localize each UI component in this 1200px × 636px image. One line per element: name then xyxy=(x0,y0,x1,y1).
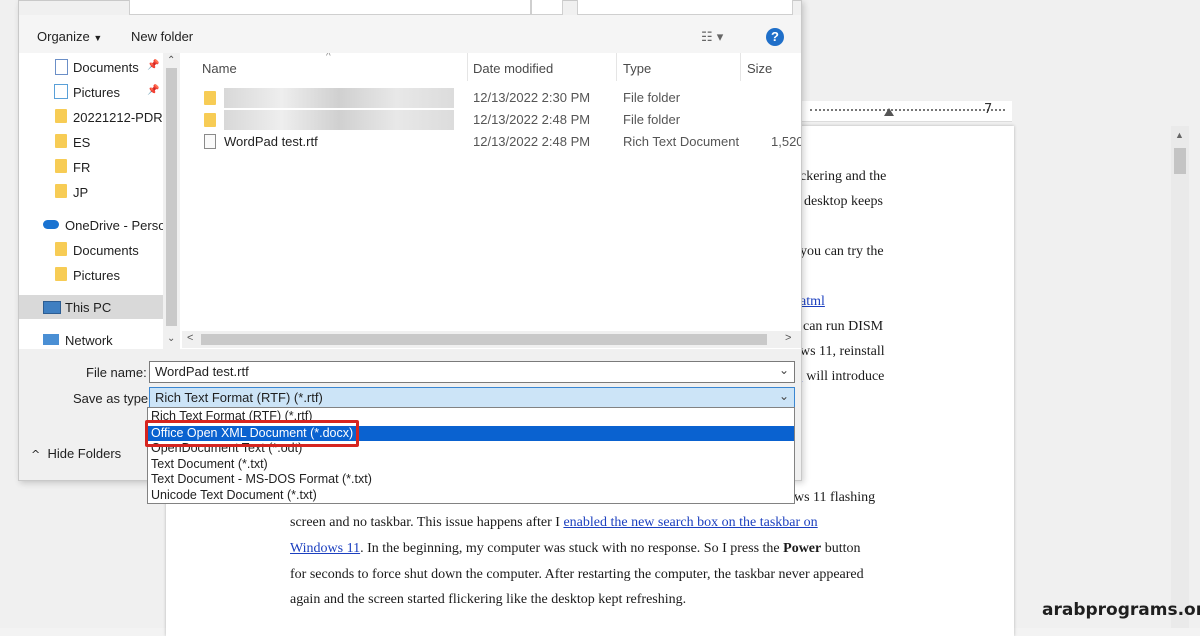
address-field[interactable] xyxy=(129,0,531,15)
document-scrollbar[interactable]: ▲ xyxy=(1171,126,1189,628)
chevron-down-icon[interactable]: ⌄ xyxy=(779,363,789,377)
new-folder-button[interactable]: New folder xyxy=(131,29,193,44)
chevron-up-icon: ^ xyxy=(31,448,41,461)
nav-scroll-thumb[interactable] xyxy=(166,68,177,326)
view-options-icon[interactable]: ☷ ▾ xyxy=(701,30,723,45)
indent-marker-icon[interactable] xyxy=(884,108,894,116)
dialog-toolbar: Organize ▼ New folder ☷ ▾ ? xyxy=(19,15,801,53)
scroll-up-icon[interactable]: ⌃ xyxy=(167,55,175,66)
file-name-input[interactable]: WordPad test.rtf ⌄ xyxy=(149,361,795,383)
blurred-name xyxy=(224,88,454,108)
scroll-left-icon[interactable]: < xyxy=(187,332,193,344)
table-row[interactable]: 12/13/2022 2:48 PM File folder xyxy=(182,109,801,131)
doc-line: for seconds to force shut down the compu… xyxy=(290,567,864,582)
folder-icon xyxy=(204,91,216,105)
picture-icon xyxy=(54,84,68,99)
doc-fragment: ewill introduce xyxy=(796,369,885,384)
column-header-type[interactable]: Type xyxy=(623,61,651,76)
document-icon xyxy=(55,59,68,75)
doc-fragment: you can try the xyxy=(800,244,884,259)
save-type-select[interactable]: Rich Text Format (RTF) (*.rtf) ⌄ xyxy=(149,387,795,409)
refresh-button[interactable] xyxy=(531,0,563,15)
option-txt-msdos[interactable]: Text Document - MS-DOS Format (*.txt) xyxy=(148,472,794,487)
file-list: ^ Name Date modified Type Size 12/13/202… xyxy=(182,53,801,349)
nav-item-onedrive-pictures[interactable]: Pictures xyxy=(19,263,163,287)
hscroll-thumb[interactable] xyxy=(201,334,767,345)
doc-fragment: can run DISM xyxy=(803,319,884,334)
rtf-file-icon xyxy=(204,134,216,149)
folder-icon xyxy=(55,267,67,281)
nav-scrollbar[interactable]: ⌃ ⌄ xyxy=(163,53,180,349)
doc-fragment: ckering and the xyxy=(800,169,887,184)
save-type-label: Save as type: xyxy=(73,391,152,406)
hide-folders-button[interactable]: ^ Hide Folders xyxy=(31,446,121,461)
doc-link-fragment[interactable]: atml xyxy=(800,294,825,310)
scroll-thumb[interactable] xyxy=(1174,148,1186,174)
option-txt[interactable]: Text Document (*.txt) xyxy=(148,457,794,472)
doc-link[interactable]: Windows 11 xyxy=(290,541,360,556)
highlight-annotation-box xyxy=(145,420,359,447)
nav-item-es[interactable]: ES xyxy=(19,130,163,154)
chevron-down-icon[interactable]: ⌄ xyxy=(779,389,789,403)
pin-icon: 📌 xyxy=(147,85,160,96)
file-name-label: File name: xyxy=(86,365,147,380)
column-header-size[interactable]: Size xyxy=(747,61,772,76)
doc-line: again and the screen started flickering … xyxy=(290,592,687,607)
nav-item-onedrive-documents[interactable]: Documents xyxy=(19,238,163,262)
column-header-date[interactable]: Date modified xyxy=(473,61,553,76)
scroll-up-icon[interactable]: ▲ xyxy=(1175,130,1184,140)
pin-icon: 📌 xyxy=(147,60,160,71)
ruler-mark: 7 xyxy=(984,102,993,117)
folder-icon xyxy=(55,159,67,173)
organize-button[interactable]: Organize ▼ xyxy=(37,29,102,44)
watermark-text: arabprograms.org xyxy=(1042,600,1200,620)
nav-item-fr[interactable]: FR xyxy=(19,155,163,179)
pc-icon xyxy=(43,301,61,314)
option-txt-unicode[interactable]: Unicode Text Document (*.txt) xyxy=(148,488,794,503)
nav-item-onedrive[interactable]: OneDrive - Person xyxy=(19,213,163,237)
table-row[interactable]: 12/13/2022 2:30 PM File folder xyxy=(182,87,801,109)
table-row[interactable]: WordPad test.rtf 12/13/2022 2:48 PM Rich… xyxy=(182,131,801,153)
file-list-hscrollbar[interactable]: < > xyxy=(182,331,801,348)
nav-item-folder[interactable]: 20221212-PDR 1 xyxy=(19,105,163,129)
doc-line: screen and no taskbar. This issue happen… xyxy=(290,515,818,530)
folder-icon xyxy=(55,109,67,123)
network-icon xyxy=(43,334,59,345)
column-header-name[interactable]: Name xyxy=(202,61,237,76)
navigation-pane: Documents 📌 Pictures 📌 20221212-PDR 1 ES… xyxy=(19,53,163,349)
nav-item-network[interactable]: Network xyxy=(19,328,163,349)
folder-icon xyxy=(55,242,67,256)
folder-icon xyxy=(55,134,67,148)
sort-ascending-icon: ^ xyxy=(326,53,331,62)
doc-link[interactable]: enabled the new search box on the taskba… xyxy=(563,515,817,530)
search-field[interactable] xyxy=(577,0,793,15)
scroll-right-icon[interactable]: > xyxy=(785,332,791,344)
chevron-down-icon: ▼ xyxy=(93,33,103,43)
address-bar xyxy=(19,0,801,15)
blurred-name xyxy=(224,110,454,130)
doc-fragment: desktop keeps xyxy=(804,194,883,209)
doc-line: Windows 11. In the beginning, my compute… xyxy=(290,541,861,556)
help-icon[interactable]: ? xyxy=(766,28,784,46)
nav-item-this-pc[interactable]: This PC xyxy=(19,295,163,319)
doc-fragment: ws 11, reinstall xyxy=(800,344,885,359)
ruler[interactable]: 7 xyxy=(800,101,1012,122)
folder-icon xyxy=(204,113,216,127)
nav-item-jp[interactable]: JP xyxy=(19,180,163,204)
folder-icon xyxy=(55,184,67,198)
scroll-down-icon[interactable]: ⌄ xyxy=(167,333,175,344)
onedrive-icon xyxy=(43,220,59,229)
nav-item-documents[interactable]: Documents 📌 xyxy=(19,55,163,79)
nav-item-pictures[interactable]: Pictures 📌 xyxy=(19,80,163,104)
doc-fragment: ws 11 flashing xyxy=(794,490,876,505)
